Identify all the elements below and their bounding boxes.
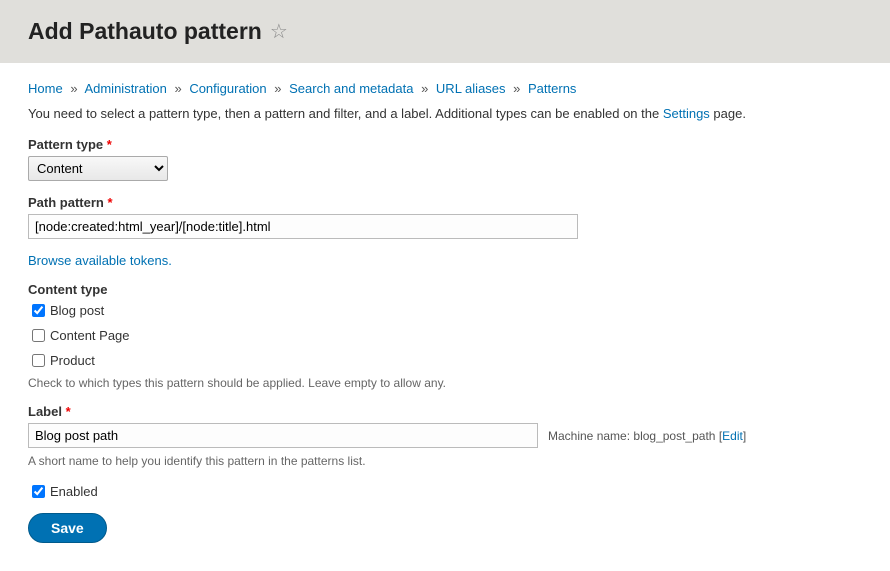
machine-name-value: blog_post_path — [633, 429, 715, 443]
intro-after: page. — [710, 106, 746, 121]
breadcrumb: Home » Administration » Configuration » … — [28, 81, 862, 96]
browse-tokens-link[interactable]: Browse available tokens. — [28, 253, 172, 268]
label-help: A short name to help you identify this p… — [28, 454, 862, 468]
content-type-label: Content type — [28, 282, 862, 297]
content-type-option-label: Blog post — [50, 303, 104, 318]
content-type-row-blog-post: Blog post — [28, 301, 862, 320]
pattern-type-label: Pattern type * — [28, 137, 862, 152]
breadcrumb-configuration[interactable]: Configuration — [189, 81, 266, 96]
breadcrumb-administration[interactable]: Administration — [84, 81, 166, 96]
enabled-label: Enabled — [50, 484, 98, 499]
breadcrumb-sep: » — [513, 81, 520, 96]
label-field-label-text: Label — [28, 404, 62, 419]
breadcrumb-sep: » — [174, 81, 181, 96]
label-input[interactable] — [28, 423, 538, 448]
required-marker: * — [66, 404, 71, 419]
settings-link[interactable]: Settings — [663, 106, 710, 121]
save-button[interactable]: Save — [28, 513, 107, 543]
path-pattern-label-text: Path pattern — [28, 195, 104, 210]
required-marker: * — [107, 137, 112, 152]
machine-name-bracket: ] — [743, 429, 746, 443]
header-bar: Add Pathauto pattern ☆ — [0, 0, 890, 63]
enabled-item: Enabled — [28, 482, 862, 501]
content-type-option-label: Product — [50, 353, 95, 368]
content-type-checkbox-blog-post[interactable] — [32, 304, 45, 317]
machine-name-edit-link[interactable]: Edit — [722, 429, 743, 443]
breadcrumb-url-aliases[interactable]: URL aliases — [436, 81, 506, 96]
content-region: Home » Administration » Configuration » … — [0, 63, 890, 571]
content-type-checkbox-content-page[interactable] — [32, 329, 45, 342]
breadcrumb-sep: » — [274, 81, 281, 96]
path-pattern-item: Path pattern * — [28, 195, 862, 239]
content-type-help: Check to which types this pattern should… — [28, 376, 862, 390]
breadcrumb-sep: » — [421, 81, 428, 96]
star-icon[interactable]: ☆ — [270, 19, 288, 44]
content-type-item: Content type Blog post Content Page Prod… — [28, 282, 862, 390]
enabled-checkbox[interactable] — [32, 485, 45, 498]
breadcrumb-patterns[interactable]: Patterns — [528, 81, 576, 96]
path-pattern-input[interactable] — [28, 214, 578, 239]
pattern-type-label-text: Pattern type — [28, 137, 103, 152]
label-item: Label * Machine name: blog_post_path [Ed… — [28, 404, 862, 468]
path-pattern-label: Path pattern * — [28, 195, 862, 210]
breadcrumb-search-metadata[interactable]: Search and metadata — [289, 81, 413, 96]
label-row: Machine name: blog_post_path [Edit] — [28, 423, 862, 448]
machine-name-prefix: Machine name: — [548, 429, 633, 443]
content-type-checkbox-product[interactable] — [32, 354, 45, 367]
required-marker: * — [107, 195, 112, 210]
tokens-link-row: Browse available tokens. — [28, 253, 862, 268]
breadcrumb-home[interactable]: Home — [28, 81, 63, 96]
content-type-row-product: Product — [28, 351, 862, 370]
content-type-option-label: Content Page — [50, 328, 130, 343]
intro-text: You need to select a pattern type, then … — [28, 106, 862, 121]
pattern-type-select[interactable]: Content — [28, 156, 168, 181]
intro-before: You need to select a pattern type, then … — [28, 106, 663, 121]
pattern-type-item: Pattern type * Content — [28, 137, 862, 181]
page-title: Add Pathauto pattern — [28, 18, 262, 45]
breadcrumb-sep: » — [70, 81, 77, 96]
machine-name-wrapper: Machine name: blog_post_path [Edit] — [548, 429, 746, 443]
content-type-row-content-page: Content Page — [28, 326, 862, 345]
label-field-label: Label * — [28, 404, 862, 419]
